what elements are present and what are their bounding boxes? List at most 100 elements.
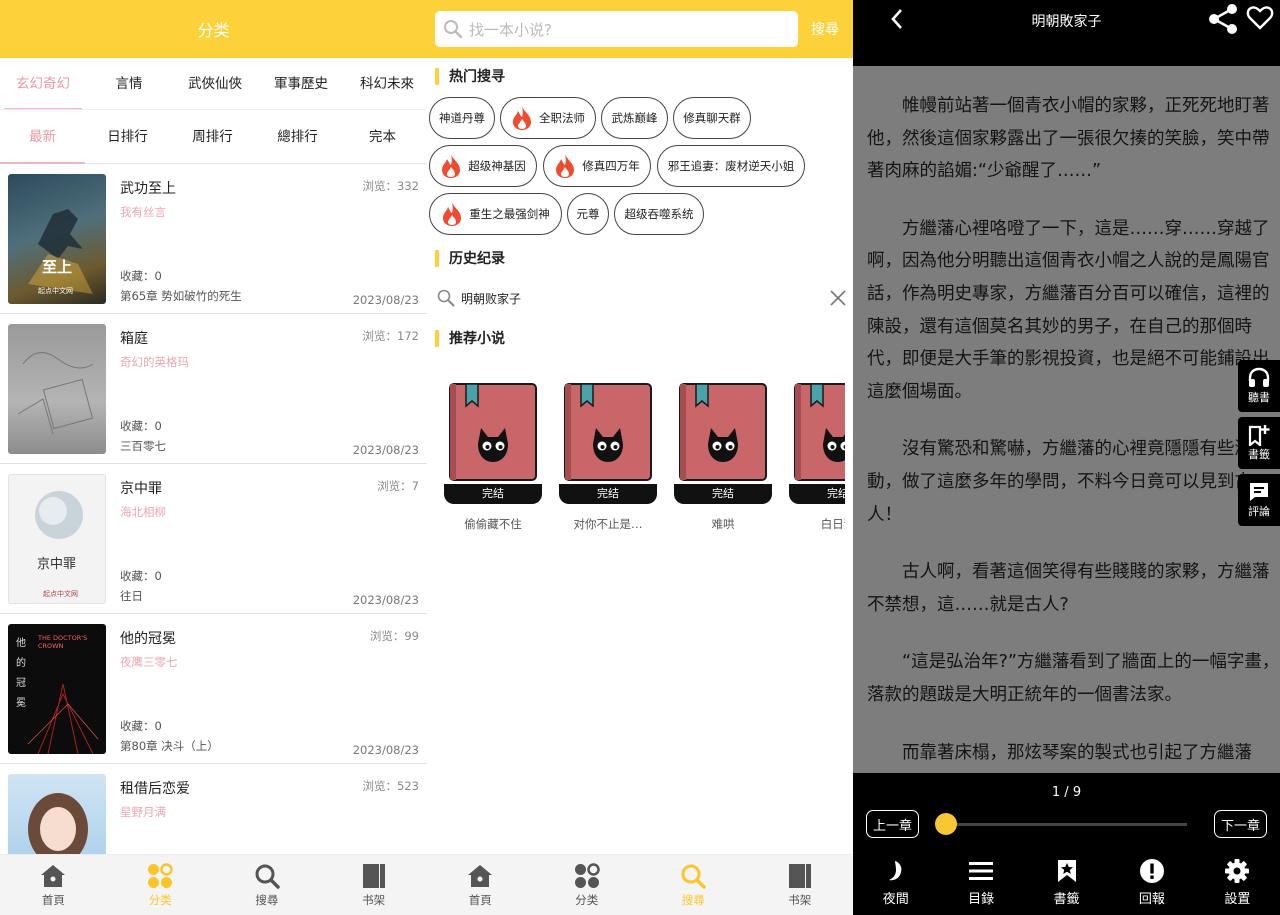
completed-badge: 完结 (674, 484, 772, 504)
book-author: 夜鹰三零七 (120, 655, 178, 669)
book-favorites: 收藏：0 (120, 419, 162, 433)
hot-tag-label: 超级吞噬系统 (624, 207, 694, 221)
section-bar (435, 329, 439, 347)
report-button[interactable]: 回報 (1109, 855, 1194, 907)
category-header: 分类 (0, 0, 427, 58)
bookmark-button[interactable]: 書籤 (1024, 855, 1109, 907)
history-item[interactable]: 明朝败家子 (437, 284, 847, 312)
bookmark-label: 書籤 (1053, 892, 1080, 907)
heart-icon[interactable] (1246, 4, 1274, 36)
tab-sort-weekly[interactable]: 周排行 (170, 110, 255, 164)
book-date: 2023/08/23 (352, 593, 419, 607)
nav-home[interactable]: 首頁 (427, 855, 534, 915)
book-cover[interactable]: 至上 起点中文网 (8, 174, 106, 304)
tab-sort-total[interactable]: 總排行 (255, 110, 340, 164)
home-icon (466, 862, 494, 890)
hot-tag[interactable]: 超级神基因 (429, 145, 537, 187)
book-author: 海北相柳 (120, 505, 166, 519)
search-icon (444, 20, 463, 39)
slider-handle[interactable] (935, 813, 957, 835)
reader-content[interactable]: 帷幔前站著一個青衣小帽的家夥，正死死地盯著他，然後這個家夥露出了一張很欠揍的笑臉… (867, 90, 1280, 794)
hot-tag[interactable]: 修真聊天群 (673, 97, 751, 139)
reader-header: 明朝敗家子 (853, 0, 1280, 66)
nav-search[interactable]: 搜尋 (640, 855, 747, 915)
book-row[interactable]: 他的冠冕 THE DOCTOR'S CROWN 他的冠冕 夜鹰三零七 浏览：99… (0, 614, 427, 764)
section-bar (435, 67, 439, 85)
reader-toolbar: 1 / 9 上一章 下一章 夜間 目錄 書籤 回報 設置 (853, 773, 1280, 915)
tool-row: 夜間 目錄 書籤 回報 設置 (853, 855, 1280, 907)
hot-tag-label: 修真四万年 (582, 159, 640, 173)
hot-tag[interactable]: 修真四万年 (543, 145, 651, 187)
search-header: 找一本小说? 搜尋 (427, 0, 853, 58)
hot-tag[interactable]: 神道丹尊 (429, 97, 495, 139)
sort-tabs: 最新 日排行 周排行 總排行 完本 (0, 110, 427, 164)
back-icon[interactable] (889, 6, 905, 36)
page-title: 分类 (197, 21, 230, 40)
next-chapter-button[interactable]: 下一章 (1213, 810, 1267, 838)
tab-genre-wuxia[interactable]: 武俠仙俠 (172, 58, 258, 109)
comment-button[interactable]: 評論 (1238, 474, 1280, 526)
toc-label: 目錄 (968, 892, 995, 907)
book-latest-chapter: 第65章 势如破竹的死生 (120, 289, 242, 303)
page-indicator: 1 / 9 (1051, 785, 1082, 800)
nav-bookshelf[interactable]: 书架 (747, 855, 854, 915)
book-title: 明朝敗家子 (1031, 14, 1102, 30)
book-cover[interactable]: 京中罪 起点中文网 (8, 474, 106, 604)
cover-title-text: 至上 (42, 258, 73, 276)
hot-tag[interactable]: 超级吞噬系统 (614, 193, 704, 235)
tab-genre-xuanhuan[interactable]: 玄幻奇幻 (0, 58, 86, 109)
chapter-progress-slider[interactable] (935, 813, 1187, 835)
cover-publisher-text: 起点中文网 (38, 287, 73, 295)
recommend-book-title: 对你不止是… (573, 517, 643, 531)
prev-chapter-button[interactable]: 上一章 (866, 810, 920, 838)
book-row[interactable]: 至上 起点中文网 武功至上 我有丝言 浏览：332 收藏：0 第65章 势如破竹… (0, 164, 427, 314)
settings-button[interactable]: 設置 (1195, 855, 1280, 907)
tab-genre-scifi[interactable]: 科幻未來 (344, 58, 427, 109)
nav-home[interactable]: 首頁 (0, 855, 107, 915)
hot-tag-label: 全职法师 (539, 111, 585, 125)
close-icon[interactable] (829, 289, 847, 307)
search-button[interactable]: 搜尋 (811, 19, 839, 39)
recommend-book[interactable]: 完结 白日梦 (789, 382, 845, 532)
night-mode-button[interactable]: 夜間 (853, 855, 938, 907)
recommend-book[interactable]: 完结 难哄 (674, 382, 772, 532)
recommend-book-title: 白日梦 (820, 517, 845, 531)
hot-tag[interactable]: 邪王追妻：废材逆天小姐 (657, 145, 805, 187)
nav-search[interactable]: 搜尋 (214, 855, 321, 915)
hot-tag[interactable]: 全职法师 (500, 97, 596, 139)
nav-bookshelf-label: 书架 (788, 893, 812, 907)
tab-sort-completed[interactable]: 完本 (340, 110, 425, 164)
add-bookmark-button[interactable]: 書籤 (1238, 417, 1280, 469)
tab-genre-romance[interactable]: 言情 (86, 58, 172, 109)
book-cover[interactable] (8, 324, 106, 454)
book-row[interactable]: 京中罪 起点中文网 京中罪 海北相柳 浏览：7 收藏：0 往日 2023/08/… (0, 464, 427, 614)
hot-search-title: 热门搜寻 (435, 66, 505, 86)
rider-illustration-icon (28, 209, 93, 294)
tab-sort-daily[interactable]: 日排行 (85, 110, 170, 164)
nav-bookshelf[interactable]: 书架 (320, 855, 427, 915)
hot-tag[interactable]: 重生之最强剑神 (429, 193, 562, 235)
search-input[interactable]: 找一本小说? (435, 11, 798, 47)
flame-icon (511, 105, 533, 131)
book-title: 他的冠冕 (120, 631, 176, 647)
completed-badge: 完结 (444, 484, 542, 504)
category-screen: 分类 玄幻奇幻 言情 武俠仙俠 軍事歷史 科幻未來 遊 最新 日排行 周排行 總… (0, 0, 427, 915)
nav-category[interactable]: 分类 (107, 855, 214, 915)
flame-icon (554, 153, 576, 179)
sketch-illustration-icon (17, 352, 94, 435)
share-icon[interactable] (1206, 2, 1240, 40)
toc-button[interactable]: 目錄 (938, 855, 1023, 907)
nav-category[interactable]: 分类 (534, 855, 641, 915)
tab-genre-military[interactable]: 軍事歷史 (258, 58, 344, 109)
hot-tag[interactable]: 武炼巅峰 (601, 97, 668, 139)
listen-button[interactable]: 聽書 (1238, 360, 1280, 412)
nav-home-label: 首頁 (41, 893, 65, 907)
book-cover[interactable]: 他的冠冕 THE DOCTOR'S CROWN (8, 624, 106, 754)
book-row[interactable]: 箱庭 奇幻的英格玛 浏览：172 收藏：0 三百零七 2023/08/23 (0, 314, 427, 464)
book-placeholder-cover: 完结 (444, 382, 542, 504)
recommend-book[interactable]: 完结 偷偷藏不住 (444, 382, 542, 532)
hot-tag[interactable]: 元尊 (567, 193, 609, 235)
tab-sort-latest[interactable]: 最新 (0, 110, 85, 164)
recommend-book[interactable]: 完结 对你不止是… (559, 382, 657, 532)
cat-book-icon (794, 383, 845, 481)
